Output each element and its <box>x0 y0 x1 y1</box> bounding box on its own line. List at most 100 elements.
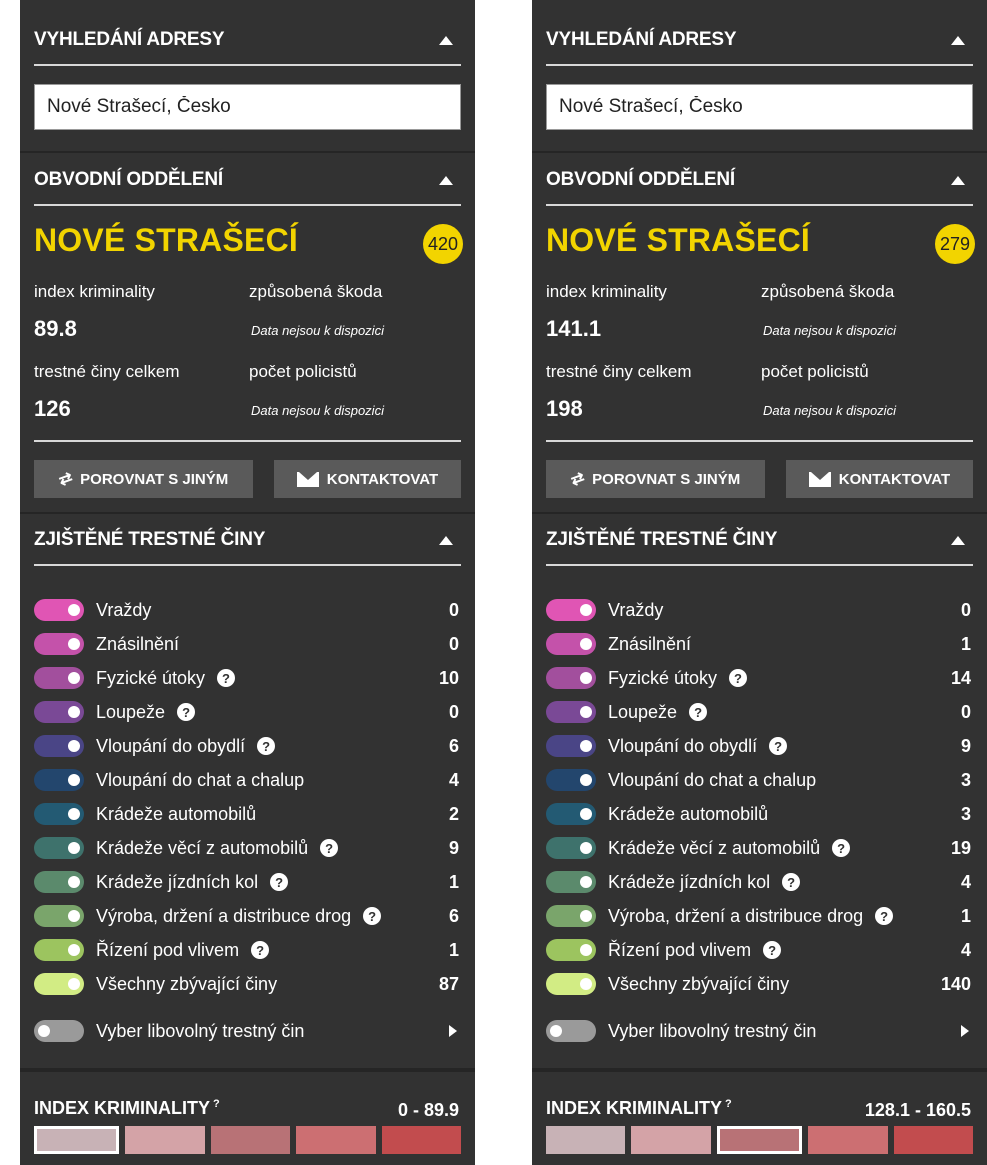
help-icon[interactable]: ? <box>257 737 276 755</box>
expand-triangle-icon[interactable] <box>961 1025 969 1037</box>
crime-toggle[interactable] <box>546 599 596 621</box>
district-header[interactable]: OBVODNÍ ODDĚLENÍ <box>546 156 973 206</box>
crime-row[interactable]: Všechny zbývající činy 140 <box>546 969 973 999</box>
crime-row[interactable]: Krádeže věcí z automobilů? 19 <box>546 833 973 863</box>
crime-row[interactable]: Řízení pod vlivem? 1 <box>34 935 461 965</box>
help-icon[interactable]: ? <box>217 669 236 687</box>
index-scale-box[interactable] <box>546 1126 626 1154</box>
address-input[interactable] <box>546 84 973 130</box>
crime-count: 1 <box>960 633 971 654</box>
crime-row[interactable]: Krádeže automobilů 2 <box>34 799 461 829</box>
crime-row[interactable]: Vloupání do obydlí? 6 <box>34 731 461 761</box>
crime-row[interactable]: Vloupání do chat a chalup 4 <box>34 765 461 795</box>
crime-row[interactable]: Všechny zbývající činy 87 <box>34 969 461 999</box>
crime-row[interactable]: Vloupání do obydlí? 9 <box>546 731 973 761</box>
crime-toggle[interactable] <box>546 939 596 961</box>
compare-button[interactable]: ⇄ POROVNAT S JINÝM <box>34 460 253 498</box>
contact-button[interactable]: KONTAKTOVAT <box>274 460 461 498</box>
help-icon[interactable]: ? <box>763 941 782 959</box>
crime-toggle[interactable] <box>34 769 84 791</box>
address-search-header[interactable]: VYHLEDÁNÍ ADRESY <box>546 16 973 66</box>
expand-triangle-icon[interactable] <box>449 1025 457 1037</box>
crime-toggle[interactable] <box>546 735 596 757</box>
help-icon[interactable]: ? <box>769 737 788 755</box>
crime-toggle[interactable] <box>34 973 84 995</box>
crimes-header[interactable]: ZJIŠTĚNÉ TRESTNÉ ČINY <box>546 516 973 566</box>
collapse-triangle-icon[interactable] <box>439 35 453 45</box>
crime-row[interactable]: Loupeže? 0 <box>546 697 973 727</box>
index-scale-box[interactable] <box>808 1126 888 1154</box>
crime-toggle[interactable] <box>546 769 596 791</box>
crime-toggle[interactable] <box>34 905 84 927</box>
crime-row[interactable]: Fyzické útoky? 14 <box>546 663 973 693</box>
crime-toggle[interactable] <box>34 871 84 893</box>
crime-row[interactable]: Vraždy 0 <box>34 595 461 625</box>
crime-toggle[interactable] <box>34 939 84 961</box>
district-header[interactable]: OBVODNÍ ODDĚLENÍ <box>34 156 461 206</box>
crime-toggle[interactable] <box>546 871 596 893</box>
crime-toggle[interactable] <box>546 667 596 689</box>
crime-toggle[interactable] <box>34 599 84 621</box>
crime-row[interactable]: Krádeže jízdních kol? 1 <box>34 867 461 897</box>
help-icon[interactable]: ? <box>270 873 289 891</box>
help-icon[interactable]: ? <box>832 839 851 857</box>
index-scale-box[interactable] <box>125 1126 205 1154</box>
help-icon[interactable]: ? <box>363 907 382 925</box>
help-icon[interactable]: ? <box>251 941 270 959</box>
help-icon[interactable]: ? <box>177 703 196 721</box>
crime-toggle[interactable] <box>34 803 84 825</box>
pick-crime-row[interactable]: Vyber libovolný trestný čin <box>34 1016 461 1046</box>
collapse-triangle-icon[interactable] <box>951 175 965 185</box>
crime-toggle[interactable] <box>546 837 596 859</box>
crime-toggle[interactable] <box>34 701 84 723</box>
crime-row[interactable]: Krádeže jízdních kol? 4 <box>546 867 973 897</box>
crime-toggle[interactable] <box>34 667 84 689</box>
help-icon[interactable]: ? <box>875 907 894 925</box>
index-scale-box[interactable] <box>716 1126 803 1154</box>
help-icon[interactable]: ? <box>729 669 748 687</box>
help-icon[interactable]: ? <box>689 703 708 721</box>
index-help-mark[interactable]: ? <box>213 1098 220 1110</box>
index-scale-box[interactable] <box>34 1126 120 1154</box>
crime-toggle[interactable] <box>546 803 596 825</box>
crime-row[interactable]: Řízení pod vlivem? 4 <box>546 935 973 965</box>
collapse-triangle-icon[interactable] <box>439 535 453 545</box>
crime-toggle[interactable] <box>34 735 84 757</box>
crime-row[interactable]: Znásilnění 0 <box>34 629 461 659</box>
collapse-triangle-icon[interactable] <box>951 35 965 45</box>
collapse-triangle-icon[interactable] <box>439 175 453 185</box>
address-search-header[interactable]: VYHLEDÁNÍ ADRESY <box>34 16 461 66</box>
crime-row[interactable]: Krádeže automobilů 3 <box>546 799 973 829</box>
crime-row[interactable]: Fyzické útoky? 10 <box>34 663 461 693</box>
compare-button[interactable]: ⇄ POROVNAT S JINÝM <box>546 460 765 498</box>
index-scale-box[interactable] <box>381 1126 462 1154</box>
index-scale-box[interactable] <box>893 1126 974 1154</box>
contact-button[interactable]: KONTAKTOVAT <box>786 460 973 498</box>
crime-row[interactable]: Výroba, držení a distribuce drog? 6 <box>34 901 461 931</box>
index-scale-box[interactable] <box>296 1126 376 1154</box>
crime-row[interactable]: Vloupání do chat a chalup 3 <box>546 765 973 795</box>
index-help-mark[interactable]: ? <box>725 1098 732 1110</box>
crime-row[interactable]: Krádeže věcí z automobilů? 9 <box>34 833 461 863</box>
crime-toggle[interactable] <box>546 633 596 655</box>
pick-crime-toggle[interactable] <box>34 1020 84 1042</box>
index-scale-box[interactable] <box>631 1126 711 1154</box>
collapse-triangle-icon[interactable] <box>951 535 965 545</box>
help-icon[interactable]: ? <box>782 873 801 891</box>
crime-toggle[interactable] <box>546 701 596 723</box>
crime-toggle[interactable] <box>34 837 84 859</box>
damage-label: způsobená škoda <box>249 282 383 301</box>
pick-crime-row[interactable]: Vyber libovolný trestný čin <box>546 1016 973 1046</box>
crime-toggle[interactable] <box>546 905 596 927</box>
address-input[interactable] <box>34 84 461 130</box>
crime-row[interactable]: Výroba, držení a distribuce drog? 1 <box>546 901 973 931</box>
crime-toggle[interactable] <box>546 973 596 995</box>
crime-row[interactable]: Znásilnění 1 <box>546 629 973 659</box>
crimes-header[interactable]: ZJIŠTĚNÉ TRESTNÉ ČINY <box>34 516 461 566</box>
index-scale-box[interactable] <box>210 1126 291 1154</box>
crime-toggle[interactable] <box>34 633 84 655</box>
help-icon[interactable]: ? <box>320 839 339 857</box>
crime-row[interactable]: Loupeže? 0 <box>34 697 461 727</box>
pick-crime-toggle[interactable] <box>546 1020 596 1042</box>
crime-row[interactable]: Vraždy 0 <box>546 595 973 625</box>
